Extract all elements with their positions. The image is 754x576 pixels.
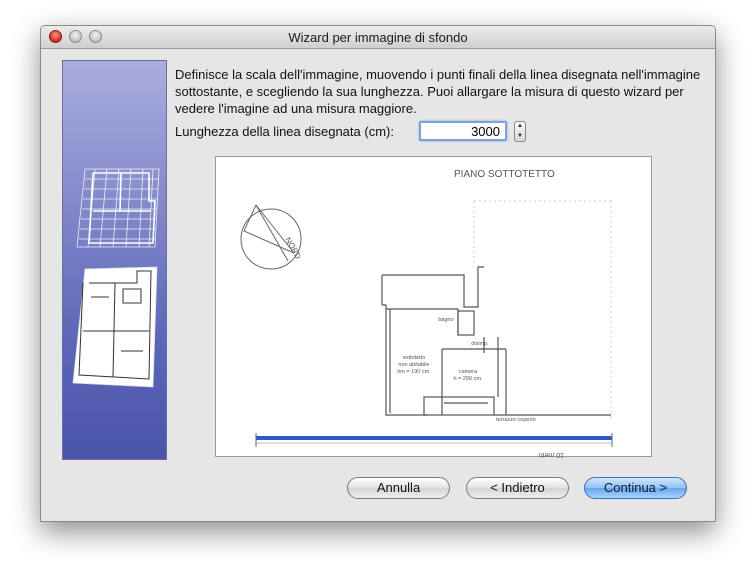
wizard-description: Definisce la scala dell'immagine, muoven…	[175, 67, 701, 116]
scale-label: 10 metri	[538, 451, 564, 458]
plan-title: PIANO SOTTOTETTO	[454, 169, 555, 180]
wizard-window: Wizard per immagine di sfondo Definisce …	[40, 25, 716, 522]
room2-line2: h = 290 cm.	[454, 376, 483, 382]
continue-button[interactable]: Continua >	[584, 477, 687, 499]
room2-line1: camera	[459, 369, 478, 375]
floor-plan-image: PIANO SOTTOTETTO NORD sottotetto non abi…	[240, 169, 613, 458]
background-image-preview[interactable]: PIANO SOTTOTETTO NORD sottotetto non abi…	[215, 156, 652, 458]
room1-line2: non abitabile	[398, 362, 429, 368]
floor-plan-illustration-icon	[72, 168, 160, 388]
hallway-label: disimp.	[471, 341, 489, 347]
title-bar[interactable]: Wizard per immagine di sfondo	[41, 26, 715, 49]
stepper-down-icon[interactable]: ▼	[515, 132, 525, 141]
line-length-stepper[interactable]: ▲ ▼	[514, 121, 526, 142]
line-length-input[interactable]	[419, 121, 507, 141]
cancel-button[interactable]: Annulla	[347, 477, 450, 499]
window-title: Wizard per immagine di sfondo	[288, 30, 468, 45]
terrace-label: terrazzo coperto	[496, 417, 536, 423]
bathroom-label: bagno	[438, 317, 453, 323]
wizard-side-illustration	[62, 60, 167, 460]
stepper-up-icon[interactable]: ▲	[515, 122, 525, 131]
room1-line3: hm = 190 cm.	[397, 369, 431, 375]
line-length-label: Lunghezza della linea disegnata (cm):	[175, 124, 394, 139]
compass-icon: NORD	[240, 204, 303, 270]
back-button[interactable]: < Indietro	[466, 477, 569, 499]
room1-line1: sottotetto	[403, 355, 426, 361]
